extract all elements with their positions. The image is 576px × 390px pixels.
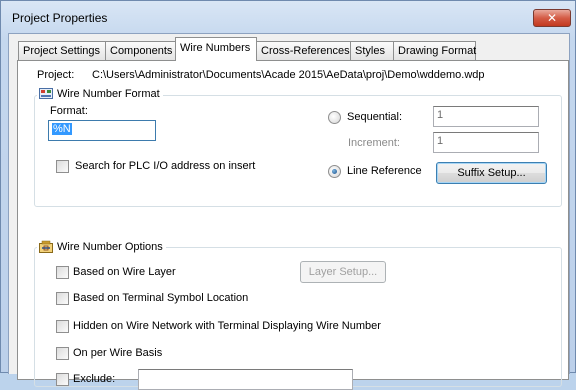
based-on-terminal-label: Based on Terminal Symbol Location [73, 292, 249, 304]
tab-label: Wire Numbers [180, 42, 251, 54]
tab-label: Drawing Format [398, 45, 477, 57]
plc-search-label: Search for PLC I/O address on insert [75, 160, 256, 172]
layer-setup-label: Layer Setup... [308, 266, 378, 278]
wire-number-options-icon [39, 240, 53, 253]
tab-label: Components [110, 45, 173, 57]
close-button[interactable]: ✕ [533, 9, 571, 27]
project-path: C:\Users\Administrator\Documents\Acade 2… [92, 69, 485, 81]
line-reference-radio[interactable] [328, 165, 341, 178]
exclude-input[interactable] [138, 369, 353, 390]
tab-cross-references[interactable]: Cross-References [256, 41, 351, 60]
based-on-wire-layer-checkbox[interactable] [56, 266, 69, 279]
increment-label: Increment: [348, 137, 400, 149]
window-title: Project Properties [12, 11, 108, 25]
wire-number-format-icon [39, 87, 53, 100]
project-properties-window: Project Properties ✕ Project Settings Co… [0, 0, 576, 390]
wire-number-options-header: Wire Number Options [37, 240, 166, 253]
wire-number-format-title: Wire Number Format [57, 87, 160, 100]
close-icon: ✕ [546, 11, 558, 25]
layer-setup-button[interactable]: Layer Setup... [300, 261, 386, 283]
sequential-label: Sequential: [347, 111, 403, 123]
sequential-input[interactable]: 1 [433, 106, 539, 127]
tab-strip: Project Settings Components Wire Numbers… [9, 34, 569, 62]
wire-numbers-panel: Project: C:\Users\Administrator\Document… [17, 60, 569, 390]
increment-value: 1 [437, 135, 444, 147]
plc-search-checkbox[interactable] [56, 160, 69, 173]
format-input[interactable]: %N [48, 120, 156, 141]
tab-project-settings[interactable]: Project Settings [18, 41, 106, 60]
line-reference-label: Line Reference [347, 165, 422, 177]
sequential-value: 1 [437, 109, 444, 121]
wire-number-options-title: Wire Number Options [57, 240, 163, 253]
dialog-client-area: Project Settings Components Wire Numbers… [8, 33, 570, 390]
tab-label: Project Settings [23, 45, 101, 57]
format-input-value: %N [52, 123, 72, 135]
hidden-on-network-label: Hidden on Wire Network with Terminal Dis… [73, 320, 381, 332]
per-wire-basis-checkbox[interactable] [56, 347, 69, 360]
per-wire-basis-label: On per Wire Basis [73, 347, 163, 359]
suffix-setup-label: Suffix Setup... [457, 167, 526, 179]
format-label: Format: [50, 105, 88, 117]
hidden-on-network-checkbox[interactable] [56, 320, 69, 333]
tab-label: Styles [355, 45, 385, 57]
exclude-checkbox[interactable] [56, 373, 69, 386]
tab-label: Cross-References [261, 45, 350, 57]
title-bar[interactable]: Project Properties ✕ [1, 1, 575, 33]
wire-number-format-header: Wire Number Format [37, 87, 163, 100]
exclude-label: Exclude: [73, 373, 116, 385]
tab-styles[interactable]: Styles [350, 41, 394, 60]
tab-wire-numbers[interactable]: Wire Numbers [175, 37, 257, 61]
suffix-setup-button[interactable]: Suffix Setup... [436, 162, 547, 184]
sequential-radio[interactable] [328, 111, 341, 124]
tab-components[interactable]: Components [105, 41, 176, 60]
based-on-wire-layer-label: Based on Wire Layer [73, 266, 176, 278]
based-on-terminal-checkbox[interactable] [56, 292, 69, 305]
project-label: Project: [37, 69, 75, 81]
increment-input[interactable]: 1 [433, 132, 539, 153]
tab-drawing-format[interactable]: Drawing Format [393, 41, 476, 60]
